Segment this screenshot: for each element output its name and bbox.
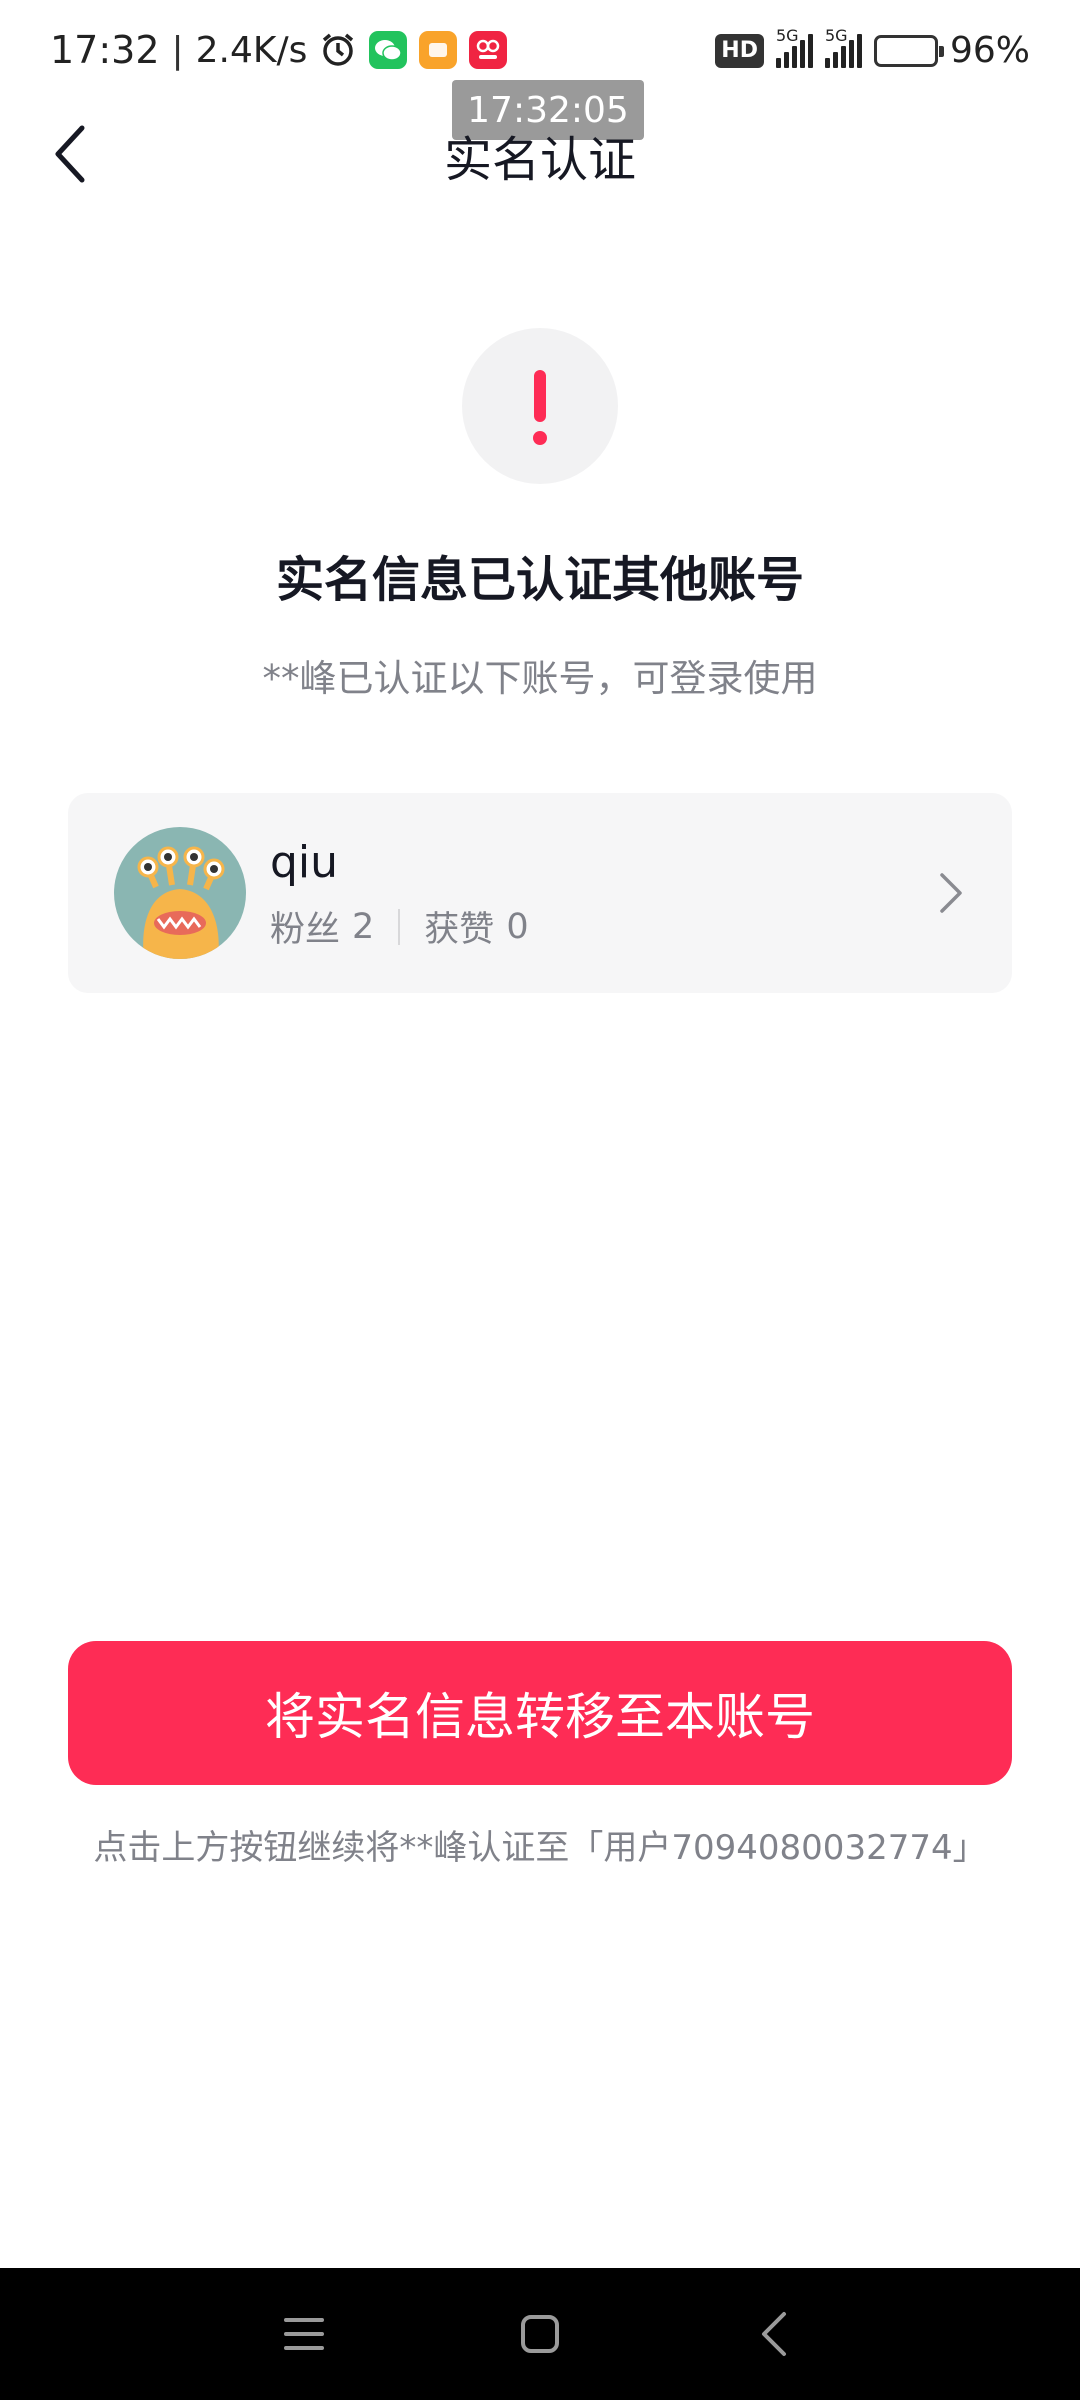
alert-icon (462, 328, 618, 484)
home-button[interactable] (508, 2302, 572, 2366)
battery-percent: 96% (949, 30, 1030, 71)
likes-label: 获赞 (424, 910, 495, 950)
red-app-icon (469, 31, 508, 69)
stats-divider (398, 908, 401, 945)
system-back-button[interactable] (742, 2302, 806, 2366)
system-nav-bar (0, 2268, 1080, 2400)
alarm-icon (319, 31, 357, 69)
headline: 实名信息已认证其他账号 (275, 552, 804, 608)
wechat-icon (369, 31, 408, 69)
likes-count: 0 (506, 906, 529, 947)
transfer-button[interactable]: 将实名信息转移至本账号 (68, 1641, 1012, 1785)
notes-app-icon (419, 31, 458, 69)
account-card[interactable]: qiu 粉丝 2 获赞 0 (68, 793, 1012, 993)
chevron-right-icon (940, 873, 962, 913)
hd-badge: HD (715, 33, 764, 68)
menu-button[interactable] (272, 2302, 336, 2366)
network-speed: 2.4K/s (195, 29, 308, 71)
back-arrow-icon (762, 2312, 786, 2356)
menu-icon (284, 2318, 324, 2350)
battery-icon (873, 34, 944, 67)
screen: 17:32 | 2.4K/s HD 5G 5G 96% 17:32:05 实名认… (0, 0, 1080, 2400)
signal-icon: 5G (775, 26, 813, 68)
status-divider: | (171, 29, 184, 71)
fans-label: 粉丝 (270, 910, 341, 950)
account-stats: 粉丝 2 获赞 0 (270, 901, 529, 952)
fans-count: 2 (352, 906, 375, 947)
account-name: qiu (270, 837, 339, 888)
status-time: 17:32 (50, 28, 160, 72)
signal-icon-2: 5G (824, 26, 862, 68)
page-title: 实名认证 (443, 132, 636, 188)
home-icon (521, 2315, 559, 2353)
hint-text: 点击上方按钮继续将**峰认证至「用户7094080032774」 (93, 1828, 987, 1868)
avatar (114, 827, 246, 959)
subline: **峰已认证以下账号，可登录使用 (262, 657, 818, 700)
